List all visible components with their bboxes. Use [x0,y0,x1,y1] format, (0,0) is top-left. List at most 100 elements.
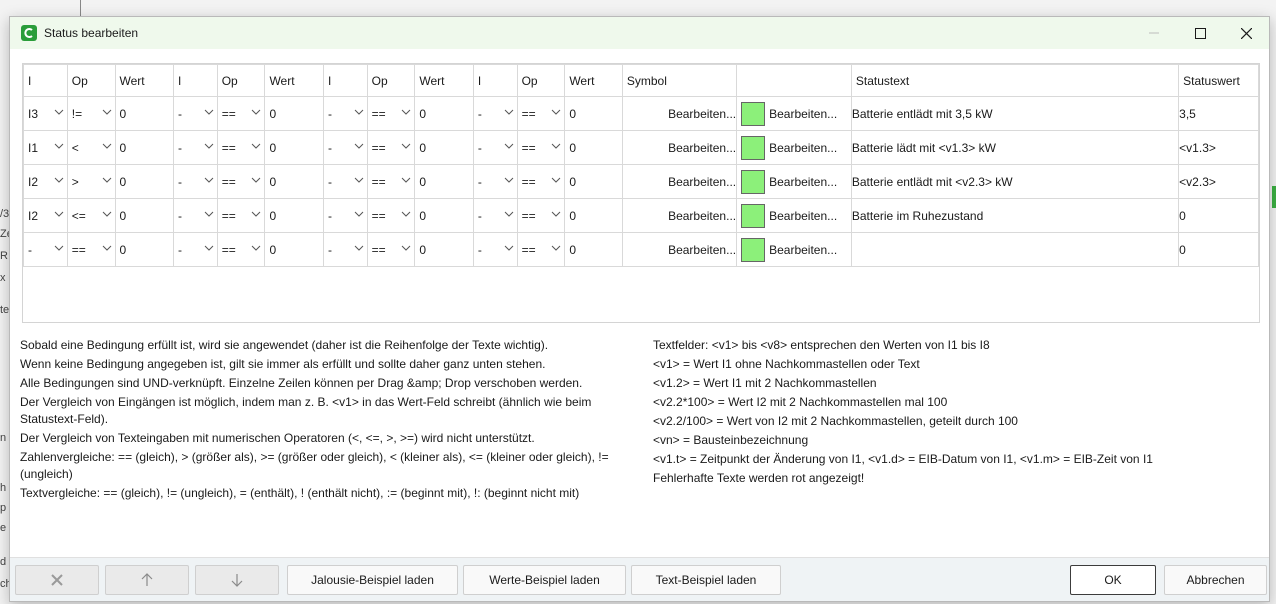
input-select[interactable]: - [322,198,368,233]
value-field[interactable]: 0 [414,198,474,233]
color-swatch[interactable] [741,135,766,160]
symbol-edit-button[interactable]: Bearbeiten... [621,96,738,131]
operator-select[interactable]: == [216,96,266,131]
statustext-field[interactable]: Batterie entlädt mit 3,5 kW [850,96,1180,131]
value-field[interactable]: 0 [564,198,623,233]
operator-select[interactable]: > [66,164,116,199]
operator-select[interactable]: == [516,96,566,131]
value-field[interactable]: 0 [414,130,474,165]
table-row[interactable]: I1 <0 - == 0 - == 0 - == 0 Bearbeiten... Bearbeiten.… [23,130,1259,165]
color-edit-button[interactable]: Bearbeiten... [769,175,837,189]
input-select[interactable]: - [472,130,518,165]
ok-button[interactable]: OK [1070,565,1156,595]
value-field[interactable]: 0 [414,164,474,199]
value-field[interactable]: 0 [564,96,623,131]
table-row[interactable]: - == 0 - == 0 - == 0 - == 0 Bearbeiten... Bearbeiten.… [23,232,1259,267]
value-field[interactable]: 0 [114,130,175,165]
load-values-example-button[interactable]: Werte-Beispiel laden [463,565,626,595]
input-select[interactable]: - [173,198,218,233]
statuswert-field[interactable]: 0 [1178,232,1259,267]
operator-select[interactable]: == [366,164,416,199]
operator-select[interactable]: < [66,130,116,165]
statuswert-field[interactable]: 3,5 [1178,96,1259,131]
value-field[interactable]: 0 [564,130,623,165]
input-select[interactable]: - [472,164,518,199]
table-row[interactable]: I2 <= 0 - == 0 - == 0 - == 0 Bearbeiten... Bearbeiten… [23,198,1259,233]
value-field[interactable]: 0 [264,198,324,233]
color-edit-button[interactable]: Bearbeiten... [769,141,837,155]
symbol-edit-button[interactable]: Bearbeiten... [621,198,738,233]
statustext-field[interactable]: Batterie lädt mit <v1.3> kW [850,130,1180,165]
color-edit-button[interactable]: Bearbeiten... [769,209,837,223]
value-field[interactable]: 0 [564,164,623,199]
statuswert-field[interactable]: <v1.3> [1178,130,1259,165]
input-select[interactable]: - [173,232,218,267]
value-field[interactable]: 0 [414,232,474,267]
color-swatch[interactable] [741,101,766,126]
statustext-field[interactable] [850,232,1180,267]
load-jalousie-example-button[interactable]: Jalousie-Beispiel laden [287,565,458,595]
input-select[interactable]: - [322,164,368,199]
operator-select[interactable]: == [516,164,566,199]
maximize-button[interactable] [1177,17,1223,49]
input-select[interactable]: - [322,130,368,165]
move-down-button[interactable] [195,565,279,595]
operator-select[interactable]: == [216,130,266,165]
operator-select[interactable]: != [66,96,116,131]
input-select[interactable]: - [23,232,68,267]
operator-select[interactable]: == [66,232,116,267]
value-field[interactable]: 0 [114,232,175,267]
operator-select[interactable]: <= [66,198,116,233]
input-select[interactable]: I2 [23,164,68,199]
value-field[interactable]: 0 [264,164,324,199]
statustext-field[interactable]: Batterie entlädt mit <v2.3> kW [850,164,1180,199]
value-field[interactable]: 0 [114,96,175,131]
operator-select[interactable]: == [366,130,416,165]
operator-select[interactable]: == [366,96,416,131]
input-select[interactable]: - [173,96,218,131]
input-select[interactable]: - [472,96,518,131]
input-select[interactable]: - [322,96,368,131]
input-select[interactable]: I3 [23,96,68,131]
close-button[interactable] [1223,17,1269,49]
input-select[interactable]: I2 [23,198,68,233]
value-field[interactable]: 0 [114,164,175,199]
color-swatch[interactable] [741,237,766,262]
symbol-edit-button[interactable]: Bearbeiten... [621,130,738,165]
symbol-edit-button[interactable]: Bearbeiten... [621,232,738,267]
operator-select[interactable]: == [516,130,566,165]
input-select[interactable]: - [173,164,218,199]
color-swatch[interactable] [741,169,766,194]
table-row[interactable]: I3 != 0 - == 0 - == 0 - == 0 Bearbeiten... Bearbeiten… [23,96,1259,131]
color-edit-button[interactable]: Bearbeiten... [769,107,837,121]
input-select[interactable]: - [472,232,518,267]
value-field[interactable]: 0 [264,130,324,165]
table-row[interactable]: I2 >0 - == 0 - == 0 - == 0 Bearbeiten... Bearbeiten.… [23,164,1259,199]
color-edit-button[interactable]: Bearbeiten... [769,243,837,257]
move-up-button[interactable] [105,565,189,595]
statuswert-field[interactable]: <v2.3> [1178,164,1259,199]
operator-select[interactable]: == [516,198,566,233]
value-field[interactable]: 0 [114,198,175,233]
statustext-field[interactable]: Batterie im Ruhezustand [850,198,1180,233]
operator-select[interactable]: == [516,232,566,267]
value-field[interactable]: 0 [414,96,474,131]
operator-select[interactable]: == [216,232,266,267]
color-swatch[interactable] [741,203,766,228]
input-select[interactable]: - [472,198,518,233]
operator-select[interactable]: == [366,232,416,267]
operator-select[interactable]: == [216,164,266,199]
symbol-edit-button[interactable]: Bearbeiten... [621,164,738,199]
operator-select[interactable]: == [366,198,416,233]
delete-row-button[interactable] [15,565,99,595]
minimize-button[interactable] [1131,17,1177,49]
input-select[interactable]: I1 [23,130,68,165]
statuswert-field[interactable]: 0 [1178,198,1259,233]
input-select[interactable]: - [173,130,218,165]
value-field[interactable]: 0 [564,232,623,267]
value-field[interactable]: 0 [264,232,324,267]
operator-select[interactable]: == [216,198,266,233]
input-select[interactable]: - [322,232,368,267]
value-field[interactable]: 0 [264,96,324,131]
cancel-button[interactable]: Abbrechen [1164,565,1267,595]
